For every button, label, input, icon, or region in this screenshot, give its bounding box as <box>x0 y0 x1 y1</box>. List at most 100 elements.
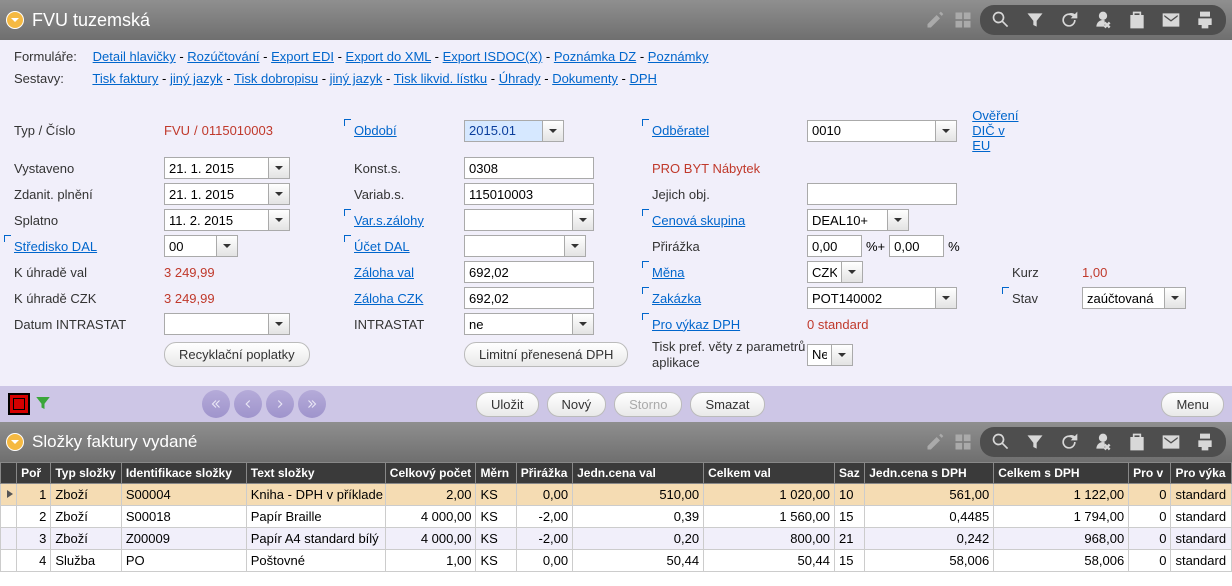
obdobi-input[interactable] <box>464 120 542 142</box>
collapse-icon[interactable] <box>6 433 24 451</box>
menu-button[interactable]: Menu <box>1161 392 1224 417</box>
jejich-obj-input[interactable] <box>807 183 957 205</box>
link-export-isdoc-x-[interactable]: Export ISDOC(X) <box>443 49 543 64</box>
dropdown-icon[interactable] <box>268 313 290 335</box>
odberatel-label[interactable]: Odběratel <box>652 123 709 138</box>
grid-icon[interactable] <box>952 9 974 31</box>
filter-icon[interactable] <box>1024 9 1046 31</box>
prirazka1-input[interactable] <box>807 235 862 257</box>
dropdown-icon[interactable] <box>572 313 594 335</box>
dropdown-icon[interactable] <box>841 261 863 283</box>
clipboard-icon[interactable] <box>1126 9 1148 31</box>
link-detail-hlavi-ky[interactable]: Detail hlavičky <box>93 49 176 64</box>
ucet-dal-input[interactable] <box>464 235 564 257</box>
stredisko-dal-label[interactable]: Středisko DAL <box>14 239 97 254</box>
user-settings-icon[interactable] <box>1092 431 1114 453</box>
col-header[interactable]: Text složky <box>246 463 385 484</box>
zaloha-czk-input[interactable] <box>464 287 594 309</box>
col-header[interactable]: Saz <box>835 463 865 484</box>
link--hrady[interactable]: Úhrady <box>499 71 541 86</box>
dropdown-icon[interactable] <box>542 120 564 142</box>
limit-dph-button[interactable]: Limitní přenesená DPH <box>464 342 628 367</box>
varszalohy-label[interactable]: Var.s.zálohy <box>354 213 424 228</box>
link-pozn-mky[interactable]: Poznámky <box>648 49 709 64</box>
link-roz-tov-n-[interactable]: Rozúčtování <box>187 49 259 64</box>
tisk-pref-input[interactable] <box>807 344 831 366</box>
varszalohy-input[interactable] <box>464 209 572 231</box>
col-header[interactable]: Celkový počet <box>385 463 476 484</box>
link-jin-jazyk[interactable]: jiný jazyk <box>170 71 223 86</box>
stav-label[interactable]: Stav <box>1012 291 1038 306</box>
stredisko-dal-input[interactable] <box>164 235 216 257</box>
next-icon[interactable] <box>266 390 294 418</box>
link-pozn-mka-dz[interactable]: Poznámka DZ <box>554 49 636 64</box>
mena-label[interactable]: Měna <box>652 265 685 280</box>
last-icon[interactable] <box>298 390 326 418</box>
dropdown-icon[interactable] <box>935 120 957 142</box>
user-settings-icon[interactable] <box>1092 9 1114 31</box>
table-row[interactable]: 1ZbožíS00004Kniha - DPH v příklade2,00KS… <box>1 484 1232 506</box>
obdobi-label[interactable]: Období <box>354 123 397 138</box>
cenova-skupina-label[interactable]: Cenová skupina <box>652 213 745 228</box>
dropdown-icon[interactable] <box>268 209 290 231</box>
storno-button[interactable]: Storno <box>614 392 682 417</box>
col-header[interactable]: Jedn.cena val <box>573 463 704 484</box>
zdanit-input[interactable] <box>164 183 268 205</box>
link-tisk-likvid-l-stku[interactable]: Tisk likvid. lístku <box>394 71 487 86</box>
splatno-input[interactable] <box>164 209 268 231</box>
refresh-icon[interactable] <box>1058 9 1080 31</box>
link-tisk-dobropisu[interactable]: Tisk dobropisu <box>234 71 318 86</box>
dropdown-icon[interactable] <box>831 344 853 366</box>
col-header[interactable]: Přirážka <box>516 463 572 484</box>
mena-input[interactable] <box>807 261 841 283</box>
link-dokumenty[interactable]: Dokumenty <box>552 71 618 86</box>
search-icon[interactable] <box>990 9 1012 31</box>
filter-active-icon[interactable] <box>34 394 52 415</box>
print-icon[interactable] <box>1194 431 1216 453</box>
dropdown-icon[interactable] <box>268 157 290 179</box>
mail-icon[interactable] <box>1160 431 1182 453</box>
refresh-icon[interactable] <box>1058 431 1080 453</box>
zaloha-czk-label[interactable]: Záloha CZK <box>354 291 423 306</box>
col-header[interactable]: Pro v <box>1129 463 1171 484</box>
table-row[interactable]: 2ZbožíS00018Papír Braille4 000,00KS-2,00… <box>1 506 1232 528</box>
link-export-do-xml[interactable]: Export do XML <box>346 49 432 64</box>
zaloha-val-input[interactable] <box>464 261 594 283</box>
col-header[interactable]: Jedn.cena s DPH <box>865 463 994 484</box>
link-dph[interactable]: DPH <box>630 71 657 86</box>
dropdown-icon[interactable] <box>887 209 909 231</box>
recykl-button[interactable]: Recyklační poplatky <box>164 342 310 367</box>
edit-icon[interactable] <box>924 431 946 453</box>
print-icon[interactable] <box>1194 9 1216 31</box>
dropdown-icon[interactable] <box>268 183 290 205</box>
ucet-dal-label[interactable]: Účet DAL <box>354 239 410 254</box>
overeni-dic-link[interactable]: Ověření DIČ v EU <box>972 108 1018 153</box>
stav-input[interactable] <box>1082 287 1164 309</box>
dropdown-icon[interactable] <box>572 209 594 231</box>
table-row[interactable]: 3ZbožíZ00009Papír A4 standard bílý4 000,… <box>1 528 1232 550</box>
col-header[interactable]: Typ složky <box>51 463 122 484</box>
cenova-skupina-input[interactable] <box>807 209 887 231</box>
zaloha-val-label[interactable]: Záloha val <box>354 265 414 280</box>
col-header[interactable]: Identifikace složky <box>121 463 246 484</box>
col-header[interactable]: Celkem s DPH <box>994 463 1129 484</box>
mail-icon[interactable] <box>1160 9 1182 31</box>
stop-icon[interactable] <box>8 393 30 415</box>
edit-icon[interactable] <box>924 9 946 31</box>
link-export-edi[interactable]: Export EDI <box>271 49 334 64</box>
prirazka2-input[interactable] <box>889 235 944 257</box>
dropdown-icon[interactable] <box>216 235 238 257</box>
clipboard-icon[interactable] <box>1126 431 1148 453</box>
save-button[interactable]: Uložit <box>476 392 539 417</box>
filter-icon[interactable] <box>1024 431 1046 453</box>
odberatel-input[interactable] <box>807 120 935 142</box>
link-jin-jazyk[interactable]: jiný jazyk <box>330 71 383 86</box>
zakazka-input[interactable] <box>807 287 935 309</box>
col-header[interactable]: Pro výka <box>1171 463 1232 484</box>
konsts-input[interactable] <box>464 157 594 179</box>
intrastat-input[interactable] <box>464 313 572 335</box>
table-row[interactable]: 4SlužbaPOPoštovné1,00KS0,0050,4450,44155… <box>1 550 1232 572</box>
variabs-input[interactable] <box>464 183 594 205</box>
new-button[interactable]: Nový <box>547 392 607 417</box>
dropdown-icon[interactable] <box>1164 287 1186 309</box>
